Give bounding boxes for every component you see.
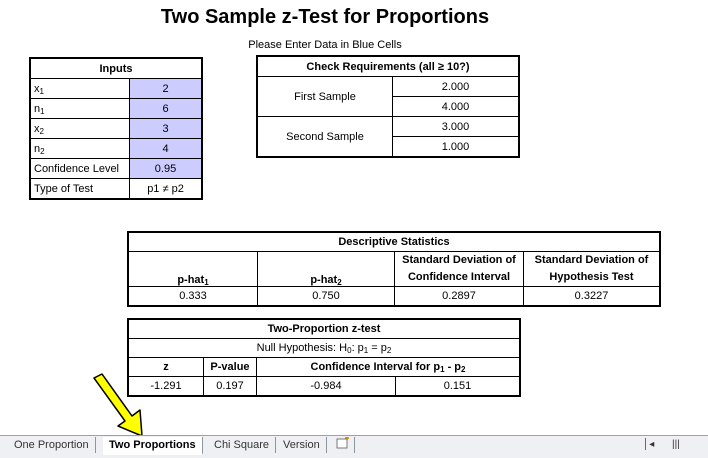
phat2-value: 0.750 (257, 286, 395, 307)
check-value-cell: 3.000 (392, 116, 520, 137)
input-row-x1: x1 2 (29, 78, 203, 99)
inputs-header: Inputs (29, 57, 203, 79)
check-value-cell: 2.000 (392, 76, 520, 97)
insert-sheet-icon[interactable] (330, 436, 355, 453)
input-row-x2: x2 3 (29, 118, 203, 139)
scrollbar-handle-icon[interactable]: ||| (672, 439, 680, 450)
z-test-table: Two-Proportion z-test Null Hypothesis: H… (127, 318, 521, 397)
ci-upper-value: 0.151 (395, 376, 521, 397)
check-requirements-table: Check Requirements (all ≥ 10?) First Sam… (256, 55, 520, 158)
sd-ht-value: 0.3227 (523, 286, 661, 307)
inputs-table: Inputs x1 2 n1 6 x2 3 n2 4 Confidence Le… (29, 57, 203, 200)
null-hypothesis: Null Hypothesis: H0: p1 = p2 (127, 338, 521, 358)
n2-label: n2 (29, 138, 130, 159)
sheet-title: Two Sample z-Test for Proportions (160, 6, 490, 28)
sd-ci-header: Standard Deviation of Confidence Interval (394, 251, 524, 287)
n1-label: n1 (29, 98, 130, 119)
confidence-interval-label: Confidence Interval for p1 - p2 (256, 357, 521, 377)
sd-ht-header: Standard Deviation of Hypothesis Test (523, 251, 661, 287)
test-type-label: Type of Test (29, 178, 130, 200)
descriptive-values-row: 0.333 0.750 0.2897 0.3227 (127, 286, 661, 307)
z-test-header: Two-Proportion z-test (127, 318, 521, 339)
z-test-values-row: -1.291 0.197 -0.984 0.151 (127, 376, 521, 397)
confidence-input-cell[interactable]: 0.95 (129, 158, 203, 179)
second-sample-label: Second Sample (256, 116, 393, 158)
x1-label: x1 (29, 78, 130, 99)
input-row-confidence: Confidence Level 0.95 (29, 158, 203, 179)
sheet-tab-bar: One Proportion Two Proportions Chi Squar… (0, 435, 708, 458)
descriptive-header: Descriptive Statistics (127, 231, 661, 252)
test-type-cell[interactable]: p1 ≠ p2 (129, 178, 203, 200)
x1-input-cell[interactable]: 2 (129, 78, 203, 99)
check-value-cell: 1.000 (392, 136, 520, 158)
x2-label: x2 (29, 118, 130, 139)
x2-input-cell[interactable]: 3 (129, 118, 203, 139)
scroll-left-icon[interactable]: │◂ (643, 439, 654, 450)
input-row-test-type: Type of Test p1 ≠ p2 (29, 178, 203, 200)
input-row-n2: n2 4 (29, 138, 203, 159)
phat1-value: 0.333 (127, 286, 258, 307)
n1-input-cell[interactable]: 6 (129, 98, 203, 119)
tab-chi-square[interactable]: Chi Square (208, 437, 277, 453)
tab-version[interactable]: Version (277, 437, 327, 453)
input-row-n1: n1 6 (29, 98, 203, 119)
phat1-header: p-hat1 (127, 251, 258, 287)
check-value-cell: 4.000 (392, 96, 520, 117)
p-value-label: P-value (203, 357, 257, 377)
sheet-subtitle: Please Enter Data in Blue Cells (248, 39, 402, 51)
descriptive-statistics-table: Descriptive Statistics p-hat1 p-hat2 Sta… (127, 231, 661, 307)
check-header: Check Requirements (all ≥ 10?) (256, 55, 520, 77)
sd-ci-value: 0.2897 (394, 286, 524, 307)
tab-one-proportion[interactable]: One Proportion (8, 437, 96, 453)
first-sample-label: First Sample (256, 76, 393, 117)
yellow-arrow-icon (93, 373, 143, 437)
ci-lower-value: -0.984 (256, 376, 396, 397)
n2-input-cell[interactable]: 4 (129, 138, 203, 159)
p-value: 0.197 (203, 376, 257, 397)
tab-two-proportions[interactable]: Two Proportions (103, 437, 203, 455)
phat2-header: p-hat2 (257, 251, 395, 287)
confidence-label: Confidence Level (29, 158, 130, 179)
